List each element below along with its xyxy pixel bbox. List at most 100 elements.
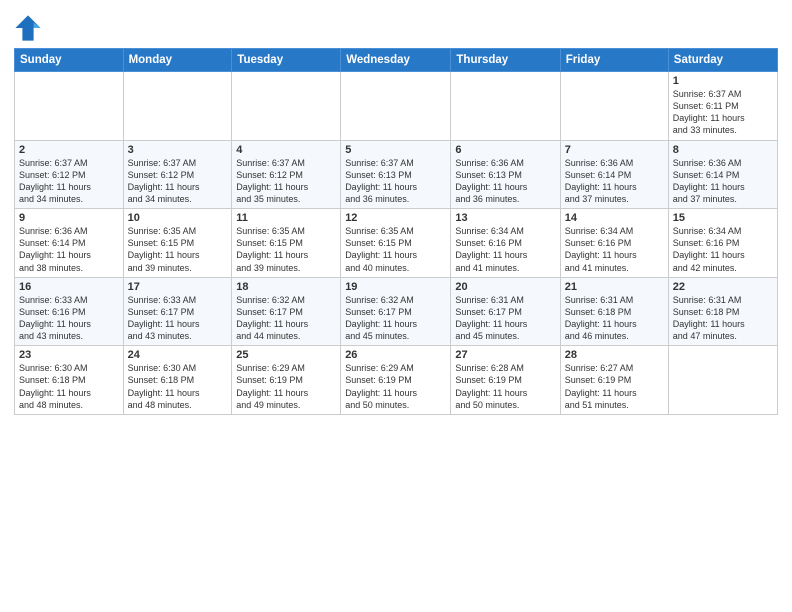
calendar-table: SundayMondayTuesdayWednesdayThursdayFrid… bbox=[14, 48, 778, 415]
day-number: 15 bbox=[673, 212, 773, 224]
day-number: 16 bbox=[19, 281, 119, 293]
calendar-header-saturday: Saturday bbox=[668, 49, 777, 72]
day-info: Sunrise: 6:34 AM Sunset: 6:16 PM Dayligh… bbox=[455, 225, 555, 274]
day-info: Sunrise: 6:36 AM Sunset: 6:14 PM Dayligh… bbox=[565, 157, 664, 206]
calendar-cell bbox=[232, 72, 341, 141]
calendar-header-thursday: Thursday bbox=[451, 49, 560, 72]
header bbox=[14, 10, 778, 42]
day-info: Sunrise: 6:32 AM Sunset: 6:17 PM Dayligh… bbox=[345, 294, 446, 343]
calendar-header-wednesday: Wednesday bbox=[341, 49, 451, 72]
calendar-cell bbox=[123, 72, 232, 141]
calendar-cell: 14Sunrise: 6:34 AM Sunset: 6:16 PM Dayli… bbox=[560, 209, 668, 278]
day-number: 18 bbox=[236, 281, 336, 293]
day-info: Sunrise: 6:30 AM Sunset: 6:18 PM Dayligh… bbox=[19, 362, 119, 411]
day-number: 13 bbox=[455, 212, 555, 224]
day-number: 26 bbox=[345, 349, 446, 361]
calendar-cell: 25Sunrise: 6:29 AM Sunset: 6:19 PM Dayli… bbox=[232, 346, 341, 415]
calendar-header-tuesday: Tuesday bbox=[232, 49, 341, 72]
calendar-cell: 10Sunrise: 6:35 AM Sunset: 6:15 PM Dayli… bbox=[123, 209, 232, 278]
day-number: 4 bbox=[236, 144, 336, 156]
day-number: 17 bbox=[128, 281, 228, 293]
calendar-header-monday: Monday bbox=[123, 49, 232, 72]
calendar-cell: 27Sunrise: 6:28 AM Sunset: 6:19 PM Dayli… bbox=[451, 346, 560, 415]
day-info: Sunrise: 6:29 AM Sunset: 6:19 PM Dayligh… bbox=[236, 362, 336, 411]
calendar-cell: 2Sunrise: 6:37 AM Sunset: 6:12 PM Daylig… bbox=[15, 140, 124, 209]
logo bbox=[14, 14, 46, 42]
day-info: Sunrise: 6:34 AM Sunset: 6:16 PM Dayligh… bbox=[673, 225, 773, 274]
day-info: Sunrise: 6:28 AM Sunset: 6:19 PM Dayligh… bbox=[455, 362, 555, 411]
day-number: 27 bbox=[455, 349, 555, 361]
day-number: 3 bbox=[128, 144, 228, 156]
day-number: 11 bbox=[236, 212, 336, 224]
day-info: Sunrise: 6:31 AM Sunset: 6:17 PM Dayligh… bbox=[455, 294, 555, 343]
day-info: Sunrise: 6:36 AM Sunset: 6:14 PM Dayligh… bbox=[673, 157, 773, 206]
calendar-cell bbox=[15, 72, 124, 141]
day-info: Sunrise: 6:35 AM Sunset: 6:15 PM Dayligh… bbox=[236, 225, 336, 274]
calendar-cell bbox=[560, 72, 668, 141]
calendar-header-row: SundayMondayTuesdayWednesdayThursdayFrid… bbox=[15, 49, 778, 72]
calendar-cell: 16Sunrise: 6:33 AM Sunset: 6:16 PM Dayli… bbox=[15, 277, 124, 346]
calendar-cell bbox=[451, 72, 560, 141]
day-info: Sunrise: 6:34 AM Sunset: 6:16 PM Dayligh… bbox=[565, 225, 664, 274]
calendar-cell bbox=[668, 346, 777, 415]
calendar-cell: 28Sunrise: 6:27 AM Sunset: 6:19 PM Dayli… bbox=[560, 346, 668, 415]
day-info: Sunrise: 6:37 AM Sunset: 6:11 PM Dayligh… bbox=[673, 88, 773, 137]
day-info: Sunrise: 6:37 AM Sunset: 6:12 PM Dayligh… bbox=[19, 157, 119, 206]
day-number: 5 bbox=[345, 144, 446, 156]
day-info: Sunrise: 6:31 AM Sunset: 6:18 PM Dayligh… bbox=[565, 294, 664, 343]
logo-icon bbox=[14, 14, 42, 42]
calendar-header-sunday: Sunday bbox=[15, 49, 124, 72]
calendar-week-0: 1Sunrise: 6:37 AM Sunset: 6:11 PM Daylig… bbox=[15, 72, 778, 141]
calendar-cell: 22Sunrise: 6:31 AM Sunset: 6:18 PM Dayli… bbox=[668, 277, 777, 346]
day-number: 10 bbox=[128, 212, 228, 224]
day-number: 6 bbox=[455, 144, 555, 156]
calendar-cell: 5Sunrise: 6:37 AM Sunset: 6:13 PM Daylig… bbox=[341, 140, 451, 209]
day-info: Sunrise: 6:35 AM Sunset: 6:15 PM Dayligh… bbox=[345, 225, 446, 274]
day-info: Sunrise: 6:33 AM Sunset: 6:16 PM Dayligh… bbox=[19, 294, 119, 343]
calendar-week-3: 16Sunrise: 6:33 AM Sunset: 6:16 PM Dayli… bbox=[15, 277, 778, 346]
day-info: Sunrise: 6:36 AM Sunset: 6:14 PM Dayligh… bbox=[19, 225, 119, 274]
calendar-cell: 26Sunrise: 6:29 AM Sunset: 6:19 PM Dayli… bbox=[341, 346, 451, 415]
calendar-cell: 6Sunrise: 6:36 AM Sunset: 6:13 PM Daylig… bbox=[451, 140, 560, 209]
calendar-cell: 23Sunrise: 6:30 AM Sunset: 6:18 PM Dayli… bbox=[15, 346, 124, 415]
day-info: Sunrise: 6:32 AM Sunset: 6:17 PM Dayligh… bbox=[236, 294, 336, 343]
day-info: Sunrise: 6:35 AM Sunset: 6:15 PM Dayligh… bbox=[128, 225, 228, 274]
calendar-cell: 21Sunrise: 6:31 AM Sunset: 6:18 PM Dayli… bbox=[560, 277, 668, 346]
calendar-cell: 1Sunrise: 6:37 AM Sunset: 6:11 PM Daylig… bbox=[668, 72, 777, 141]
day-number: 24 bbox=[128, 349, 228, 361]
calendar-week-1: 2Sunrise: 6:37 AM Sunset: 6:12 PM Daylig… bbox=[15, 140, 778, 209]
calendar-cell: 19Sunrise: 6:32 AM Sunset: 6:17 PM Dayli… bbox=[341, 277, 451, 346]
day-info: Sunrise: 6:37 AM Sunset: 6:12 PM Dayligh… bbox=[236, 157, 336, 206]
calendar-cell bbox=[341, 72, 451, 141]
day-number: 1 bbox=[673, 75, 773, 87]
calendar-cell: 7Sunrise: 6:36 AM Sunset: 6:14 PM Daylig… bbox=[560, 140, 668, 209]
day-number: 21 bbox=[565, 281, 664, 293]
day-number: 20 bbox=[455, 281, 555, 293]
calendar-cell: 17Sunrise: 6:33 AM Sunset: 6:17 PM Dayli… bbox=[123, 277, 232, 346]
calendar-cell: 3Sunrise: 6:37 AM Sunset: 6:12 PM Daylig… bbox=[123, 140, 232, 209]
day-number: 22 bbox=[673, 281, 773, 293]
calendar-cell: 13Sunrise: 6:34 AM Sunset: 6:16 PM Dayli… bbox=[451, 209, 560, 278]
day-info: Sunrise: 6:37 AM Sunset: 6:13 PM Dayligh… bbox=[345, 157, 446, 206]
calendar-cell: 9Sunrise: 6:36 AM Sunset: 6:14 PM Daylig… bbox=[15, 209, 124, 278]
day-number: 19 bbox=[345, 281, 446, 293]
day-number: 8 bbox=[673, 144, 773, 156]
day-number: 7 bbox=[565, 144, 664, 156]
day-number: 14 bbox=[565, 212, 664, 224]
day-info: Sunrise: 6:29 AM Sunset: 6:19 PM Dayligh… bbox=[345, 362, 446, 411]
calendar-cell: 18Sunrise: 6:32 AM Sunset: 6:17 PM Dayli… bbox=[232, 277, 341, 346]
page: SundayMondayTuesdayWednesdayThursdayFrid… bbox=[0, 0, 792, 612]
day-number: 2 bbox=[19, 144, 119, 156]
day-number: 25 bbox=[236, 349, 336, 361]
day-number: 12 bbox=[345, 212, 446, 224]
day-info: Sunrise: 6:36 AM Sunset: 6:13 PM Dayligh… bbox=[455, 157, 555, 206]
calendar-cell: 20Sunrise: 6:31 AM Sunset: 6:17 PM Dayli… bbox=[451, 277, 560, 346]
day-number: 23 bbox=[19, 349, 119, 361]
day-info: Sunrise: 6:31 AM Sunset: 6:18 PM Dayligh… bbox=[673, 294, 773, 343]
calendar-cell: 15Sunrise: 6:34 AM Sunset: 6:16 PM Dayli… bbox=[668, 209, 777, 278]
day-info: Sunrise: 6:30 AM Sunset: 6:18 PM Dayligh… bbox=[128, 362, 228, 411]
day-number: 9 bbox=[19, 212, 119, 224]
calendar-cell: 12Sunrise: 6:35 AM Sunset: 6:15 PM Dayli… bbox=[341, 209, 451, 278]
day-info: Sunrise: 6:33 AM Sunset: 6:17 PM Dayligh… bbox=[128, 294, 228, 343]
calendar-cell: 11Sunrise: 6:35 AM Sunset: 6:15 PM Dayli… bbox=[232, 209, 341, 278]
